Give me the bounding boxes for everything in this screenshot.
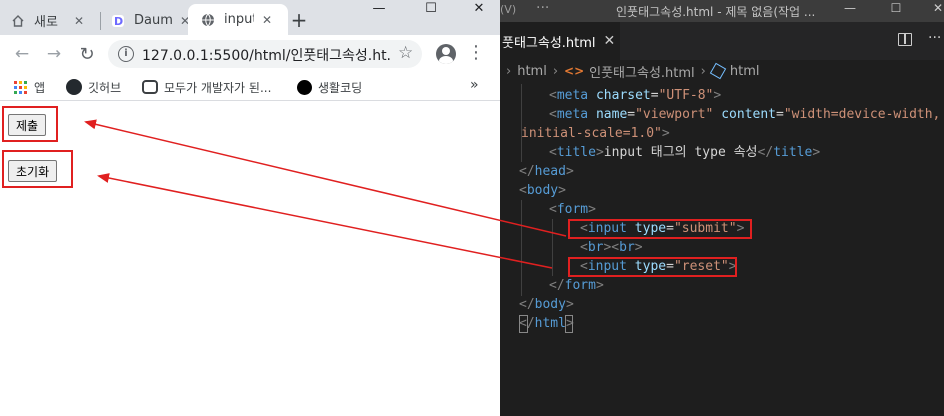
bookmarks-bar: 앱 깃허브 모두가 개발자가 된... 생활코딩 » xyxy=(0,73,500,101)
bookmark-apps[interactable]: 앱 xyxy=(12,77,45,97)
tab-title: input xyxy=(224,12,254,27)
home-icon xyxy=(10,13,26,29)
bracket-match-box xyxy=(519,315,528,333)
element-symbol-icon xyxy=(709,62,727,80)
bookmark-label: 모두가 개발자가 된... xyxy=(164,80,272,95)
indent-guide xyxy=(521,84,522,162)
code-line: <form> xyxy=(549,202,596,217)
editor-tab-active[interactable]: 풋태그속성.html ✕ xyxy=(500,22,620,60)
tab-input-active[interactable]: input ✕ xyxy=(188,4,288,35)
editor-tab-bar: 풋태그속성.html ✕ ··· xyxy=(500,22,944,60)
bookmark-modu[interactable]: 모두가 개발자가 된... xyxy=(142,77,271,97)
breadcrumb-separator: › xyxy=(700,63,706,79)
reset-highlight-box xyxy=(2,150,73,188)
code-line: <br><br> xyxy=(580,240,643,255)
bracket-match-box xyxy=(565,315,573,333)
apps-grid-icon xyxy=(12,79,28,95)
view-menu[interactable]: (V) xyxy=(500,3,516,16)
code-line: <meta charset="UTF-8"> xyxy=(549,88,722,103)
svg-text:D: D xyxy=(114,15,123,28)
breadcrumb-symbol[interactable]: html xyxy=(730,64,760,79)
close-window-button[interactable]: ✕ xyxy=(456,0,500,16)
browser-tab-strip: 새로 ✕ D Daum ✕ input ✕ + — ☐ ✕ xyxy=(0,0,500,35)
minimize-button[interactable]: — xyxy=(830,1,870,15)
close-window-button[interactable]: ✕ xyxy=(918,1,944,15)
back-button[interactable]: ← xyxy=(12,44,32,64)
code-line: </form> xyxy=(549,278,604,293)
bookmark-star-icon[interactable]: ☆ xyxy=(398,43,413,63)
breadcrumb-separator: › xyxy=(552,63,559,79)
close-icon[interactable]: ✕ xyxy=(604,33,616,49)
bookmark-label: 깃허브 xyxy=(88,80,122,95)
bookmark-opentutorials[interactable]: 생활코딩 xyxy=(296,77,362,97)
submit-highlight-box xyxy=(2,106,58,142)
code-line: </head> xyxy=(519,164,574,179)
breadcrumb-separator: › xyxy=(506,63,512,79)
browser-toolbar: ← → ↻ i 127.0.0.1:5500/html/인풋태그속성.ht...… xyxy=(0,35,500,73)
kebab-menu-icon[interactable]: ⋮ xyxy=(466,43,486,63)
code-line: <meta name="viewport" content="width=dev… xyxy=(549,107,941,122)
page-viewport: 제출 초기화 xyxy=(0,102,500,416)
indent-guide xyxy=(521,200,522,296)
browser-window: 새로 ✕ D Daum ✕ input ✕ + — ☐ ✕ ← → ↻ i 12… xyxy=(0,0,500,416)
editor-tab-label: 풋태그속성.html xyxy=(502,35,596,51)
tab-divider xyxy=(100,12,101,30)
submit-code-highlight-box xyxy=(568,219,752,239)
info-icon[interactable]: i xyxy=(118,46,134,62)
breadcrumb-file[interactable]: 인풋태그속성.html xyxy=(589,62,695,81)
address-bar[interactable]: i 127.0.0.1:5500/html/인풋태그속성.ht... ☆ xyxy=(108,40,422,68)
close-icon[interactable]: ✕ xyxy=(74,14,84,28)
tab-title: Daum xyxy=(133,13,172,28)
indent-guide xyxy=(552,219,553,276)
bookmark-github[interactable]: 깃허브 xyxy=(66,77,121,97)
profile-avatar-icon[interactable] xyxy=(436,44,456,64)
html-file-icon: <> xyxy=(564,64,585,78)
split-editor-icon[interactable] xyxy=(898,33,912,46)
tab-home[interactable]: 새로 ✕ xyxy=(10,6,100,35)
more-menu-icon[interactable]: ··· xyxy=(536,0,549,16)
vscode-title-bar: (V) ··· 인풋태그속성.html - 제목 없음(작업 ... — ☐ ✕ xyxy=(500,0,944,22)
close-icon[interactable]: ✕ xyxy=(262,13,272,27)
bookmark-label: 앱 xyxy=(34,80,46,95)
maximize-button[interactable]: ☐ xyxy=(408,0,454,16)
reload-button[interactable]: ↻ xyxy=(77,44,97,65)
window-title: 인풋태그속성.html - 제목 없음(작업 ... xyxy=(616,5,816,19)
vscode-window: (V) ··· 인풋태그속성.html - 제목 없음(작업 ... — ☐ ✕… xyxy=(500,0,944,416)
new-tab-button[interactable]: + xyxy=(290,8,308,32)
maximize-button[interactable]: ☐ xyxy=(876,1,916,15)
black-dot-icon xyxy=(296,79,312,95)
code-editor[interactable]: <meta charset="UTF-8"> <meta name="viewp… xyxy=(500,84,944,416)
tab-title: 새로 xyxy=(34,15,58,30)
code-line: initial-scale=1.0"> xyxy=(521,126,670,141)
url-text[interactable]: 127.0.0.1:5500/html/인풋태그속성.ht... xyxy=(142,45,392,65)
bookmarks-overflow-button[interactable]: » xyxy=(470,77,479,93)
tab-daum[interactable]: D Daum ✕ xyxy=(110,6,190,35)
github-icon xyxy=(66,79,82,95)
cloud-icon xyxy=(142,79,158,95)
breadcrumb: › html › <> 인풋태그속성.html › html xyxy=(500,60,944,82)
more-actions-icon[interactable]: ··· xyxy=(928,30,941,46)
reset-code-highlight-box xyxy=(568,257,737,277)
daum-logo-icon: D xyxy=(110,13,126,29)
minimize-button[interactable]: — xyxy=(356,0,402,16)
breadcrumb-folder[interactable]: html xyxy=(517,64,547,79)
code-line: </body> xyxy=(519,297,574,312)
bookmark-label: 생활코딩 xyxy=(318,80,363,95)
forward-button[interactable]: → xyxy=(44,44,64,64)
code-line: <body> xyxy=(519,183,566,198)
code-line: <title>input 태그의 type 속성</title> xyxy=(549,145,821,160)
globe-icon xyxy=(200,12,216,28)
